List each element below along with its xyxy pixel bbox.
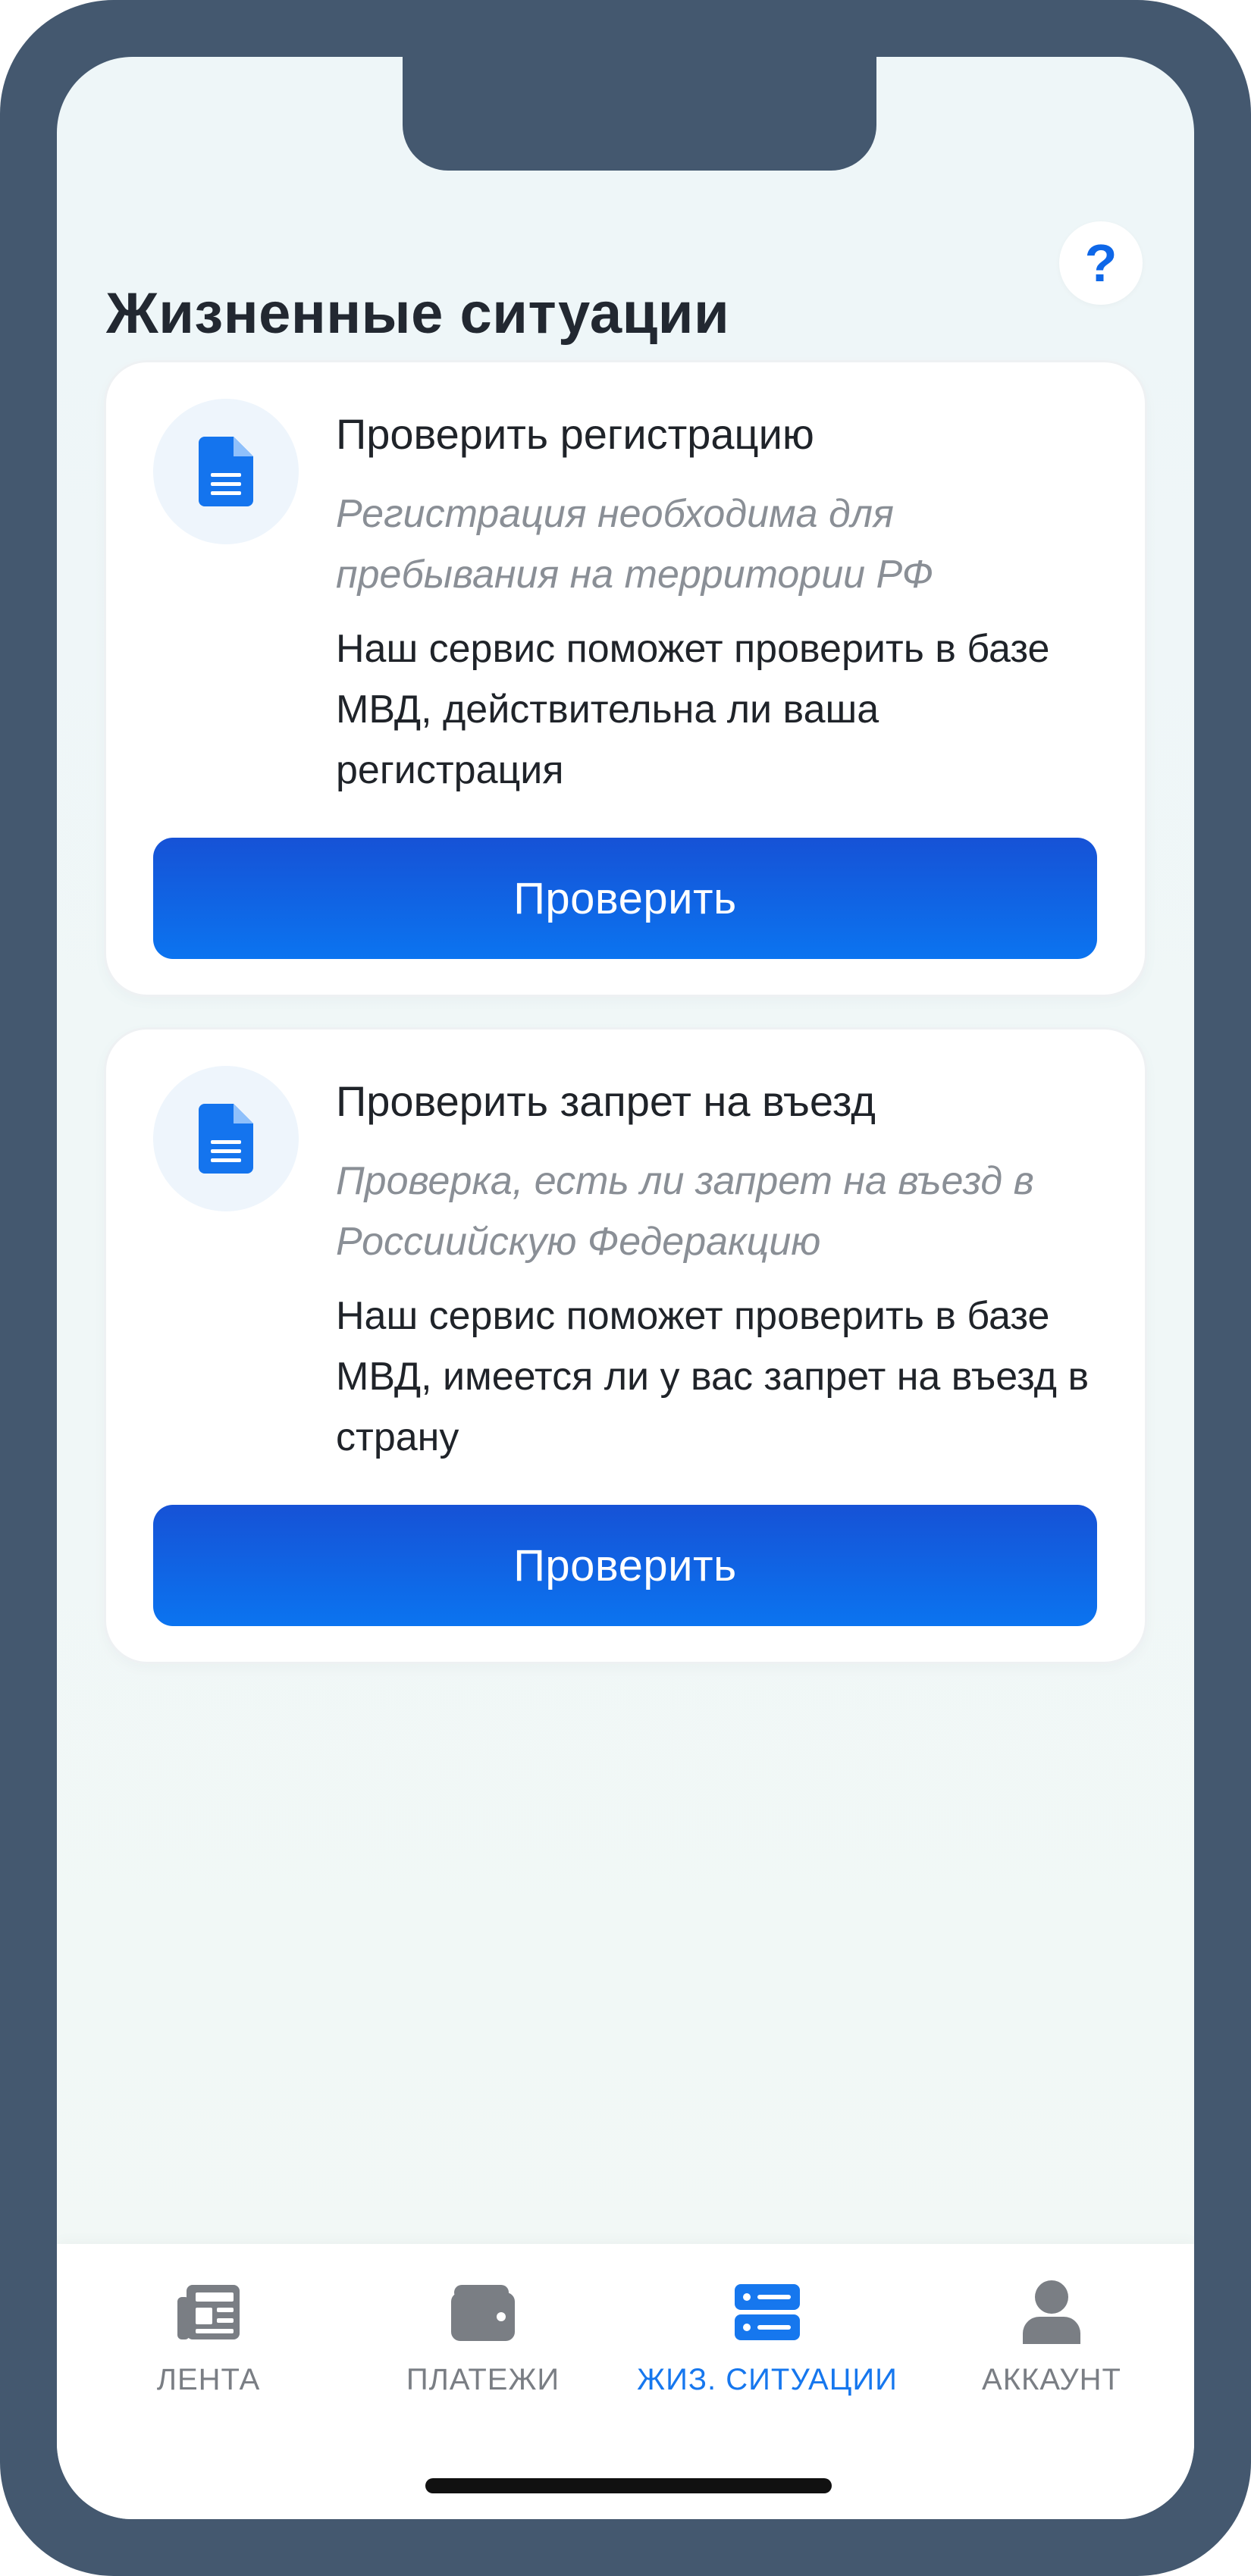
- device-notch: [403, 57, 876, 171]
- tab-label: ЛЕНТА: [156, 2363, 261, 2396]
- server-icon: [733, 2278, 801, 2346]
- situation-card-registration: Проверить регистрацию Регистрация необхо…: [106, 362, 1145, 995]
- question-mark-icon: ?: [1084, 233, 1118, 293]
- tab-feed[interactable]: ЛЕНТА: [57, 2278, 360, 2407]
- card-subtitle: Проверка, есть ли запрет на въезд в Росс…: [336, 1159, 1034, 1264]
- tab-label: ЖИЗ. СИТУАЦИИ: [637, 2363, 898, 2396]
- document-icon: [153, 1066, 299, 1211]
- tab-label: ПЛАТЕЖИ: [406, 2363, 560, 2396]
- card-subtitle: Регистрация необходима для пребывания на…: [336, 492, 933, 597]
- card-title: Проверить запрет на въезд: [336, 1077, 876, 1125]
- help-button[interactable]: ?: [1059, 221, 1143, 305]
- home-indicator: [425, 2478, 832, 2493]
- page-title: Жизненные ситуации: [106, 281, 730, 346]
- check-entry-ban-button[interactable]: Проверить: [153, 1505, 1097, 1626]
- check-registration-button[interactable]: Проверить: [153, 838, 1097, 959]
- tab-account[interactable]: АККАУНТ: [900, 2278, 1194, 2407]
- card-description: Наш сервис поможет проверить в базе МВД,…: [336, 627, 1050, 792]
- user-icon: [1017, 2278, 1086, 2346]
- tab-payments[interactable]: ПЛАТЕЖИ: [331, 2278, 635, 2407]
- document-icon: [153, 399, 299, 544]
- card-description: Наш сервис поможет проверить в базе МВД,…: [336, 1294, 1090, 1459]
- app-screen: Жизненные ситуации ? Проверить регистрац…: [57, 57, 1194, 2519]
- situation-card-entry-ban: Проверить запрет на въезд Проверка, есть…: [106, 1029, 1145, 1662]
- wallet-icon: [449, 2278, 517, 2346]
- newspaper-icon: [174, 2278, 243, 2346]
- tab-label: АККАУНТ: [982, 2363, 1121, 2396]
- card-title: Проверить регистрацию: [336, 410, 814, 458]
- tab-life-situations[interactable]: ЖИЗ. СИТУАЦИИ: [616, 2278, 919, 2407]
